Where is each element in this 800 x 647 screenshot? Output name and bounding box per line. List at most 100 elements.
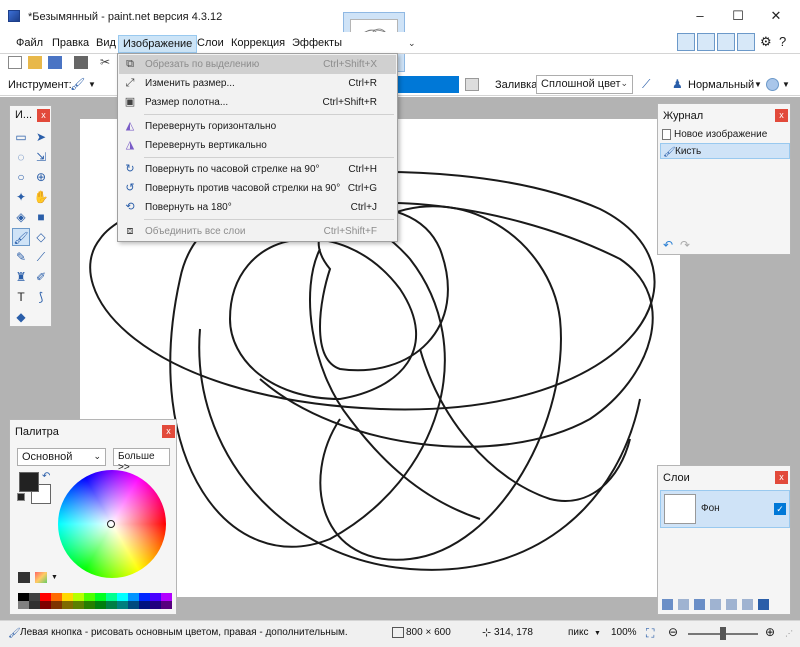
menu-rotate-180[interactable]: ⟲ Повернуть на 180° Ctrl+J bbox=[119, 198, 396, 217]
status-zoom[interactable]: 100% bbox=[611, 627, 637, 638]
move-layer-up-icon[interactable] bbox=[726, 599, 737, 610]
menu-effects[interactable]: Эффекты bbox=[288, 35, 346, 53]
colors-toggle-icon[interactable] bbox=[737, 33, 755, 51]
menu-canvas-size[interactable]: ▣ Размер полотна... Ctrl+Shift+R bbox=[119, 93, 396, 112]
clone-stamp-icon[interactable]: ♜ bbox=[12, 268, 30, 286]
merge-layer-icon[interactable] bbox=[710, 599, 721, 610]
magic-wand-icon[interactable]: ✦ bbox=[12, 188, 30, 206]
chevron-down-icon[interactable]: ⌄ bbox=[408, 38, 416, 49]
blend-mode-icon[interactable]: ♟ bbox=[672, 77, 683, 91]
palette-close-icon[interactable]: x bbox=[162, 425, 175, 438]
menu-image[interactable]: Изображение bbox=[118, 35, 198, 53]
pan-icon[interactable]: ✋ bbox=[32, 188, 50, 206]
maximize-button[interactable]: ☐ bbox=[728, 8, 748, 24]
brush-tool-icon[interactable]: 🖌 bbox=[70, 77, 85, 91]
layer-properties-icon[interactable] bbox=[758, 599, 769, 610]
recolor-icon[interactable]: ✐ bbox=[32, 268, 50, 286]
paintbrush-icon[interactable]: 🖌 bbox=[12, 228, 30, 246]
fill-select[interactable]: Сплошной цвет ⌄ bbox=[536, 75, 633, 94]
menu-flatten[interactable]: ⧈ Объединить все слои Ctrl+Shift+F bbox=[119, 222, 396, 241]
lasso-select-icon[interactable]: ◌ bbox=[12, 148, 30, 166]
reset-colors-icon[interactable] bbox=[17, 493, 25, 501]
alpha-mode-icon[interactable] bbox=[766, 78, 779, 91]
menu-view[interactable]: Вид bbox=[92, 35, 120, 53]
zoom-out-icon[interactable]: ⊖ bbox=[668, 625, 678, 639]
move-layer-down-icon[interactable] bbox=[742, 599, 753, 610]
units-chevron-down-icon[interactable]: ▼ bbox=[594, 630, 601, 637]
antialias-icon[interactable] bbox=[465, 78, 479, 91]
history-item-selected[interactable]: 🖌 Кисть bbox=[660, 143, 790, 159]
antialias-curve-icon[interactable]: ⟋ bbox=[642, 77, 650, 92]
save-file-icon[interactable] bbox=[48, 56, 62, 69]
ellipse-select-icon[interactable]: ○ bbox=[12, 168, 30, 186]
open-file-icon[interactable] bbox=[28, 56, 42, 69]
zoom-slider-thumb[interactable] bbox=[720, 627, 726, 640]
menu-item-label: Перевернуть горизонтально bbox=[145, 121, 277, 132]
print-icon[interactable] bbox=[74, 56, 88, 69]
redo-icon[interactable]: ↷ bbox=[680, 238, 690, 252]
zoom-in-icon[interactable]: ⊕ bbox=[765, 625, 775, 639]
close-window-button[interactable]: ✕ bbox=[766, 8, 786, 24]
color-wheel-cursor[interactable] bbox=[107, 520, 115, 528]
delete-layer-icon[interactable] bbox=[678, 599, 689, 610]
menu-edit[interactable]: Правка bbox=[48, 35, 93, 53]
layer-row[interactable]: Фон ✓ bbox=[660, 490, 790, 528]
alpha-chevron-down-icon[interactable]: ▼ bbox=[782, 80, 790, 89]
palette-menu-chevron-icon[interactable]: ▼ bbox=[51, 574, 58, 581]
pencil-icon[interactable]: ✎ bbox=[12, 248, 30, 266]
status-units[interactable]: пикс bbox=[568, 627, 589, 638]
help-icon[interactable]: ? bbox=[779, 34, 786, 49]
text-icon[interactable]: T bbox=[12, 288, 30, 306]
move-selection-icon[interactable]: ⇲ bbox=[32, 148, 50, 166]
menu-rotate-ccw[interactable]: ↺ Повернуть против часовой стрелки на 90… bbox=[119, 179, 396, 198]
history-item[interactable]: Новое изображение bbox=[660, 127, 790, 143]
resize-grip-icon[interactable]: ⋰ bbox=[785, 629, 793, 638]
menu-layers[interactable]: Слои bbox=[193, 35, 228, 53]
cut-icon[interactable]: ✂ bbox=[100, 56, 114, 69]
menu-crop-to-selection[interactable]: ⧉ Обрезать по выделению Ctrl+Shift+X bbox=[119, 55, 396, 74]
history-close-icon[interactable]: x bbox=[775, 109, 788, 122]
zoom-icon[interactable]: ⊕ bbox=[32, 168, 50, 186]
minimize-button[interactable]: – bbox=[690, 8, 710, 24]
menu-flip-vertical[interactable]: ◮ Перевернуть вертикально bbox=[119, 136, 396, 155]
palette-menu-icon[interactable] bbox=[35, 572, 47, 583]
palette-swatches-row1[interactable] bbox=[18, 593, 172, 601]
menu-rotate-cw[interactable]: ↻ Повернуть по часовой стрелке на 90° Ct… bbox=[119, 160, 396, 179]
line-curve-icon[interactable]: ⟆ bbox=[32, 288, 50, 306]
menu-adjustments[interactable]: Коррекция bbox=[227, 35, 289, 53]
rectangle-select-icon[interactable]: ▭ bbox=[12, 128, 30, 146]
layer-visibility-checkbox[interactable]: ✓ bbox=[774, 503, 786, 515]
menu-resize[interactable]: ⤢ Изменить размер... Ctrl+R bbox=[119, 74, 396, 93]
color-picker-icon[interactable]: ⟋ bbox=[32, 248, 50, 266]
eraser-icon[interactable]: ◇ bbox=[32, 228, 50, 246]
swap-colors-icon[interactable]: ↶ bbox=[42, 471, 50, 482]
menu-file[interactable]: Файл bbox=[12, 35, 47, 53]
shapes-icon[interactable]: ◆ bbox=[12, 308, 30, 326]
palette-more-button[interactable]: Больше >> bbox=[113, 448, 170, 473]
palette-swatches-row2[interactable] bbox=[18, 601, 172, 609]
blend-chevron-down-icon[interactable]: ▼ bbox=[754, 80, 762, 89]
tools-toggle-icon[interactable] bbox=[677, 33, 695, 51]
primary-color-swatch[interactable] bbox=[19, 472, 39, 492]
tool-chevron-down-icon[interactable]: ▼ bbox=[88, 80, 96, 89]
blend-mode-value[interactable]: Нормальный bbox=[688, 79, 754, 91]
history-toggle-icon[interactable] bbox=[697, 33, 715, 51]
zoom-fit-icon[interactable]: ⛶ bbox=[646, 626, 654, 641]
brush-width-field[interactable] bbox=[397, 76, 459, 93]
move-selected-icon[interactable]: ➤ bbox=[32, 128, 50, 146]
new-file-icon[interactable] bbox=[8, 56, 22, 69]
settings-gear-icon[interactable]: ⚙ bbox=[760, 34, 772, 50]
color-wheel[interactable] bbox=[58, 470, 166, 578]
layers-close-icon[interactable]: x bbox=[775, 471, 788, 484]
duplicate-layer-icon[interactable] bbox=[694, 599, 705, 610]
add-layer-icon[interactable] bbox=[662, 599, 673, 610]
image-menu-dropdown: ⧉ Обрезать по выделению Ctrl+Shift+X ⤢ И… bbox=[117, 53, 398, 242]
paint-bucket-icon[interactable]: ◈ bbox=[12, 208, 30, 226]
layers-toggle-icon[interactable] bbox=[717, 33, 735, 51]
menu-flip-horizontal[interactable]: ◭ Перевернуть горизонтально bbox=[119, 117, 396, 136]
palette-mode-select[interactable]: Основной ⌄ bbox=[17, 448, 106, 466]
undo-icon[interactable]: ↶ bbox=[663, 238, 673, 252]
tools-panel-close-icon[interactable]: x bbox=[37, 109, 50, 122]
palette-add-icon[interactable] bbox=[18, 572, 30, 583]
gradient-icon[interactable]: ■ bbox=[32, 208, 50, 226]
